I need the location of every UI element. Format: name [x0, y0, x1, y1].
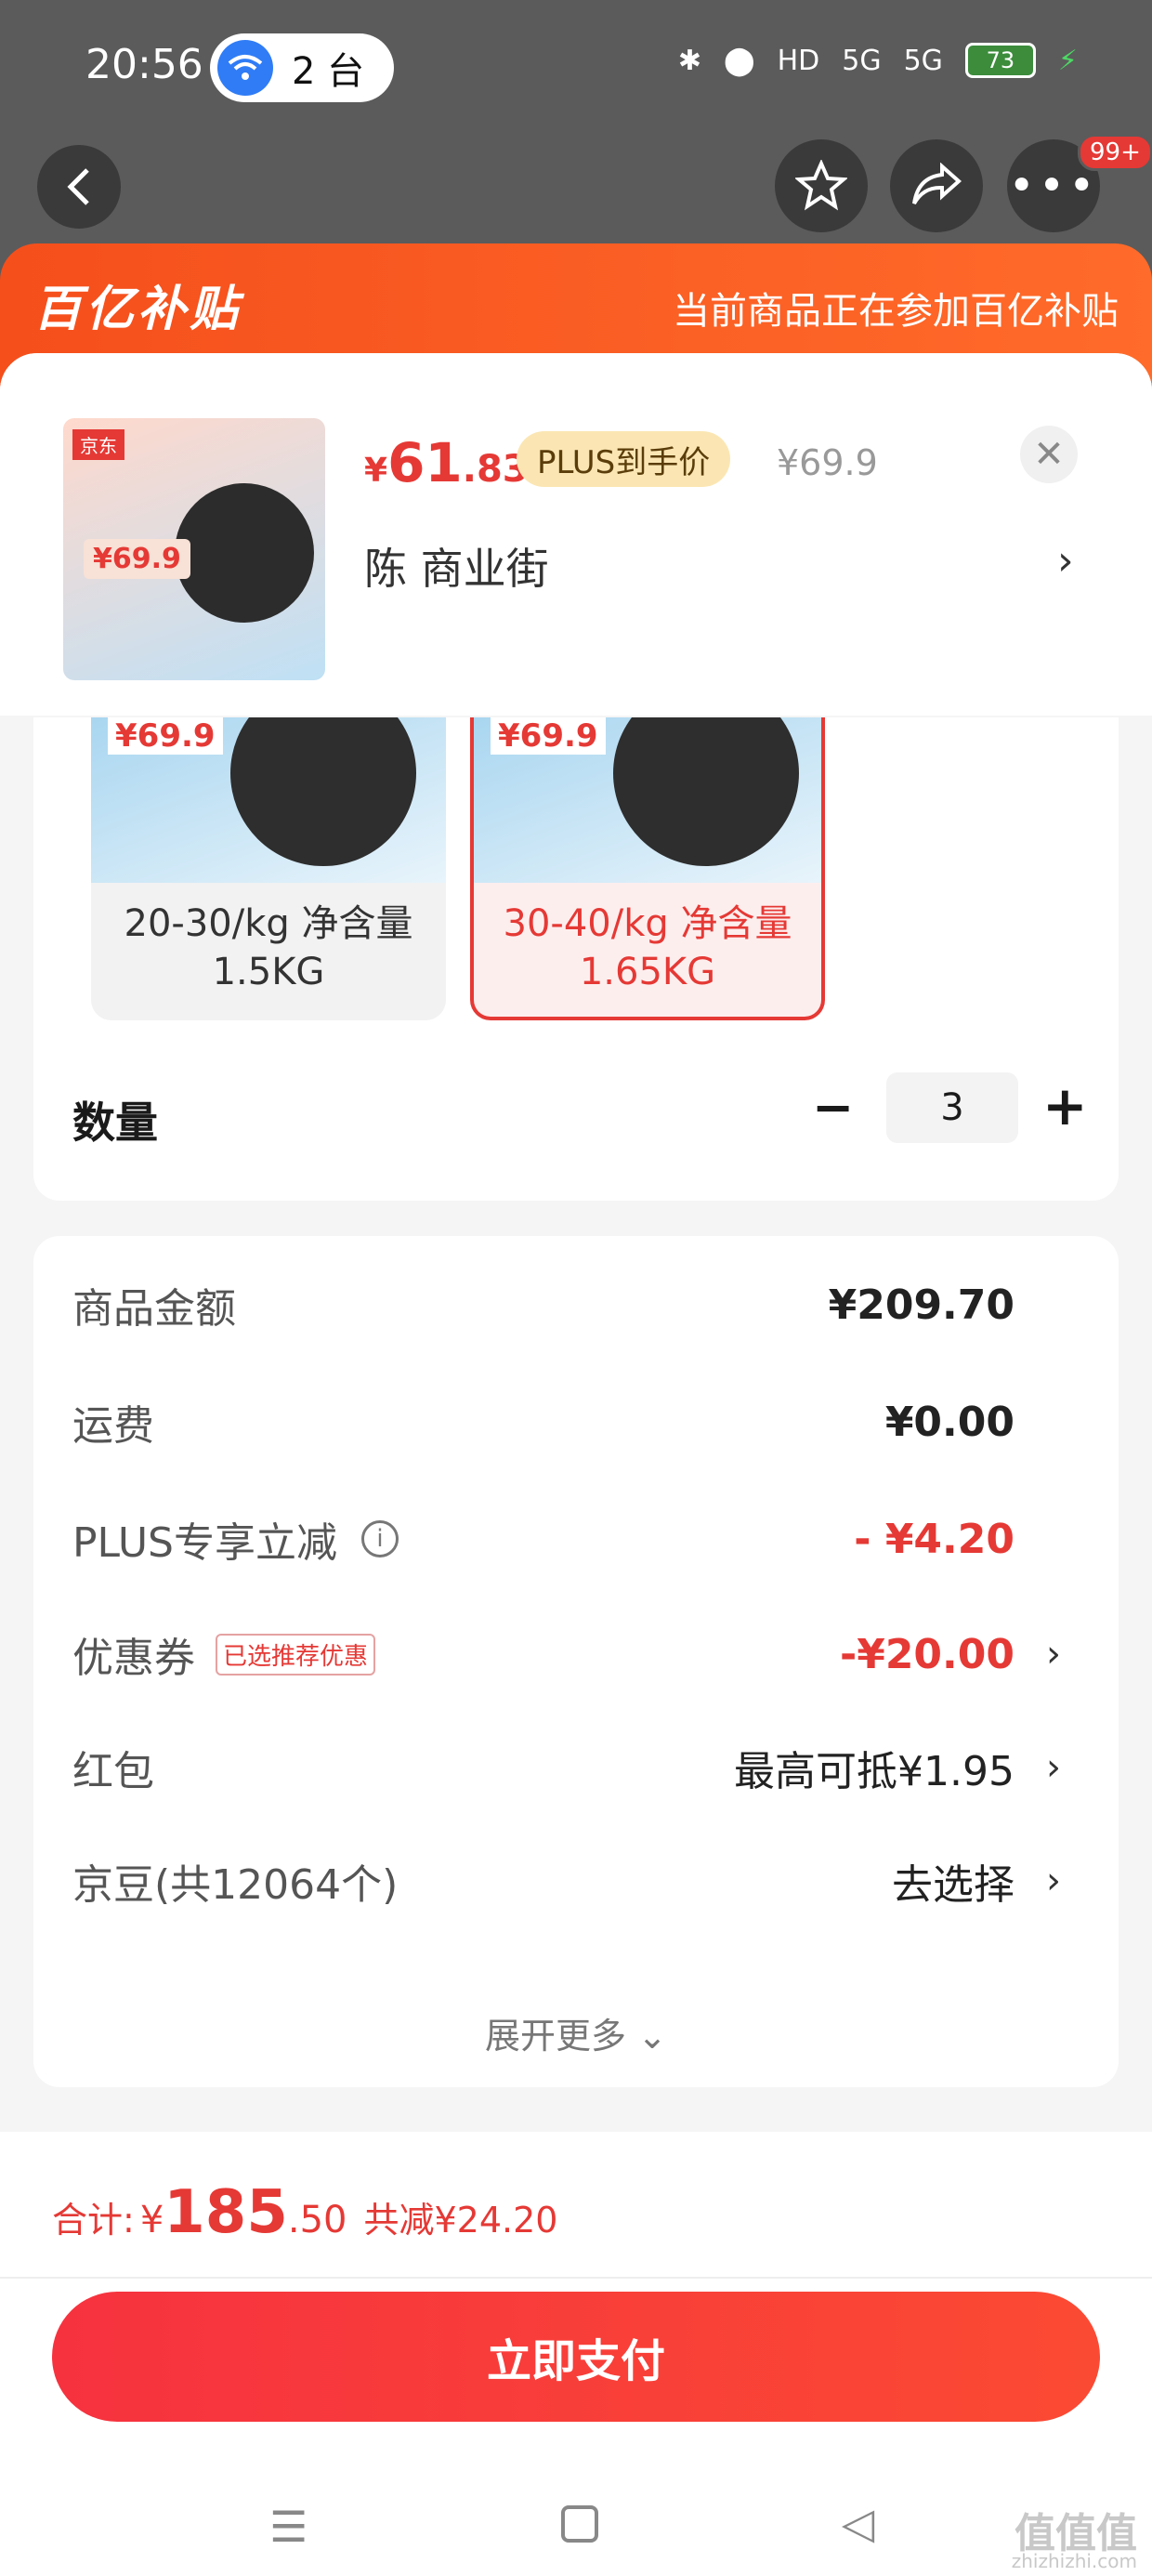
shrimp-plate-image	[613, 717, 799, 866]
star-icon	[795, 160, 847, 211]
system-nav-bar: ☰ ◁	[0, 2477, 1152, 2576]
total-label: 合计:	[52, 2200, 135, 2241]
spec-option-label: 30-40/kg 净含量1.65KG	[503, 902, 792, 993]
coupon-tag: 已选推荐优惠	[216, 1633, 376, 1676]
total-decimal: .50	[287, 2199, 347, 2241]
chevron-right-icon: ›	[1046, 1746, 1061, 1789]
quantity-increase-button[interactable]: +	[1042, 1074, 1088, 1137]
cast-count: 2 台	[292, 50, 365, 93]
spec-image-price: ¥69.9	[491, 717, 606, 755]
chevron-right-icon: ›	[1046, 1860, 1061, 1902]
close-button[interactable]: ✕	[1020, 426, 1078, 483]
chevron-right-icon[interactable]: ›	[1057, 537, 1074, 585]
home-square-icon[interactable]	[561, 2505, 598, 2543]
product-price: ¥ 61 .83	[364, 431, 529, 494]
spec-image-price: ¥69.9	[108, 717, 223, 755]
status-bar: 20:56 2 台 ✱ ⬤ HD 5G 5G 73 ⚡	[0, 0, 1152, 139]
wifi-cast-icon	[217, 40, 273, 96]
coupon-row[interactable]: 优惠券 已选推荐优惠 -¥20.00 ›	[72, 1617, 1080, 1691]
goods-amount-label: 商品金额	[72, 1285, 236, 1333]
top-nav: ••• 99+	[0, 134, 1152, 242]
battery-icon: 73	[964, 43, 1036, 78]
coupon-value: -¥20.00	[839, 1630, 1015, 1678]
spec-option-2[interactable]: ¥69.9 30-40/kg 净含量1.65KG	[470, 717, 825, 1020]
bluetooth-icon: ✱	[677, 44, 701, 77]
order-sheet: 京东 ¥69.9 ¥ 61 .83 PLUS到手价 ¥69.9 ✕ 陈 商业街 …	[0, 353, 1152, 2137]
jingdou-label: 京豆(共12064个)	[72, 1861, 399, 1909]
shipping-value: ¥0.00	[884, 1398, 1015, 1446]
hd-badge: HD	[777, 44, 820, 77]
menu-icon[interactable]: ☰	[269, 2502, 308, 2552]
subsidy-note: 当前商品正在参加百亿补贴	[673, 290, 1119, 333]
cast-pill[interactable]: 2 台	[210, 33, 394, 102]
spec-card: ¥69.9 20-30/kg 净含量1.5KG ¥69.9 30-40/kg 净…	[33, 717, 1119, 1201]
jingdou-value: 去选择	[892, 1861, 1015, 1909]
thumb-store-tag: 京东	[72, 429, 124, 460]
info-icon[interactable]: i	[361, 1520, 399, 1557]
network-5g-icon: 5G	[842, 44, 882, 77]
price-symbol: ¥	[364, 452, 388, 490]
share-icon	[912, 163, 962, 205]
red-packet-row[interactable]: 红包 最高可抵¥1.95 ›	[72, 1730, 1080, 1805]
share-button[interactable]	[890, 139, 983, 232]
delivery-address[interactable]: 陈 商业街	[364, 535, 549, 597]
goods-amount-value: ¥209.70	[828, 1281, 1015, 1329]
total-savings: 共减¥24.20	[363, 2200, 558, 2241]
plus-discount-value: - ¥4.20	[854, 1515, 1015, 1563]
jingdou-row[interactable]: 京豆(共12064个) 去选择 ›	[72, 1844, 1080, 1918]
spec-option-label: 20-30/kg 净含量1.5KG	[124, 902, 413, 993]
quantity-label: 数量	[72, 1097, 158, 1148]
goods-amount-row: 商品金额 ¥209.70	[72, 1268, 1080, 1342]
location-icon: ⬤	[723, 44, 755, 77]
status-time: 20:56	[85, 41, 203, 88]
plus-price-tag: PLUS到手价	[517, 431, 731, 487]
spec-option-1[interactable]: ¥69.9 20-30/kg 净含量1.5KG	[91, 717, 446, 1020]
quantity-decrease-button[interactable]: −	[812, 1078, 854, 1137]
chevron-left-icon	[67, 168, 89, 205]
thumb-price: ¥69.9	[84, 539, 190, 579]
expand-more-button[interactable]: 展开更多 ⌄	[33, 2007, 1119, 2058]
price-integer: 61	[387, 431, 463, 494]
more-badge: 99+	[1078, 134, 1152, 171]
total-symbol: ¥	[139, 2199, 164, 2241]
checkout-footer: 合计: ¥ 185 .50 共减¥24.20 立即支付 ☰ ◁	[0, 2132, 1152, 2576]
product-header: 京东 ¥69.9 ¥ 61 .83 PLUS到手价 ¥69.9 ✕ 陈 商业街 …	[0, 353, 1152, 716]
watermark-url: zhizhizhi.com	[1011, 2550, 1137, 2572]
footer-divider	[0, 2277, 1152, 2279]
expand-more-label: 展开更多	[485, 2016, 627, 2057]
back-button[interactable]	[37, 145, 121, 229]
subsidy-logo: 百亿补贴	[33, 282, 242, 337]
pay-now-button[interactable]: 立即支付	[52, 2292, 1100, 2422]
cost-breakdown-card: 商品金额 ¥209.70 运费 ¥0.00 PLUS专享立减 i - ¥4.20…	[33, 1236, 1119, 2087]
back-triangle-icon[interactable]: ◁	[842, 2498, 874, 2548]
plus-discount-row: PLUS专享立减 i - ¥4.20	[72, 1502, 1080, 1576]
favorite-button[interactable]	[775, 139, 868, 232]
red-packet-value: 最高可抵¥1.95	[734, 1748, 1015, 1795]
shipping-label: 运费	[72, 1402, 154, 1450]
plus-discount-label: PLUS专享立减	[72, 1519, 337, 1567]
product-thumbnail: 京东 ¥69.9	[63, 418, 325, 680]
total-integer: 185	[164, 2178, 288, 2247]
network-5g-icon-2: 5G	[903, 44, 943, 77]
spec-image: ¥69.9	[474, 717, 821, 883]
status-icons: ✱ ⬤ HD 5G 5G 73 ⚡	[678, 43, 1078, 78]
coupon-label: 优惠券	[72, 1635, 195, 1682]
original-price: ¥69.9	[777, 442, 878, 483]
close-icon: ✕	[1033, 433, 1065, 476]
quantity-input[interactable]: 3	[886, 1072, 1018, 1143]
charging-icon: ⚡	[1057, 44, 1078, 77]
shipping-row: 运费 ¥0.00	[72, 1385, 1080, 1459]
red-packet-label: 红包	[72, 1748, 154, 1795]
shrimp-plate-image	[175, 483, 314, 623]
chevron-down-icon: ⌄	[637, 2016, 667, 2057]
order-total: 合计: ¥ 185 .50 共减¥24.20	[52, 2178, 557, 2247]
chevron-right-icon: ›	[1046, 1633, 1061, 1676]
shrimp-plate-image	[230, 717, 416, 866]
spec-image: ¥69.9	[91, 717, 446, 883]
